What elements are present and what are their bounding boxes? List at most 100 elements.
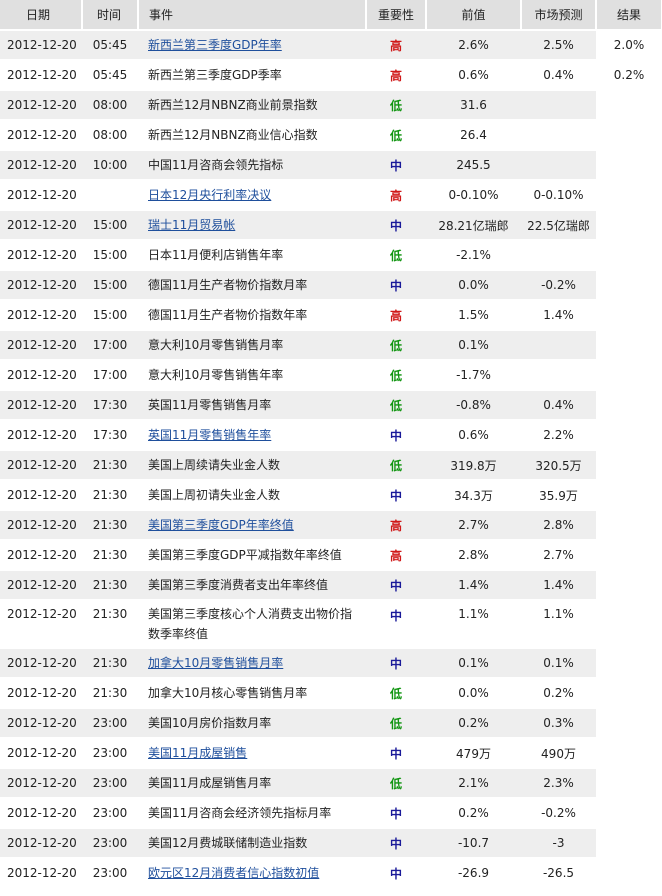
event-cell: 意大利10月零售销售年率 xyxy=(138,360,366,391)
event-name: 德国11月生产者物价指数年率 xyxy=(148,308,308,322)
table-row: 2012-12-20 17:00 意大利10月零售销售年率 低 -1.7% xyxy=(0,360,662,391)
previous-cell: -1.7% xyxy=(426,360,521,391)
previous-cell: 2.8% xyxy=(426,540,521,571)
date-cell: 2012-12-20 xyxy=(0,480,82,511)
table-row: 2012-12-20 10:00 中国11月咨商会领先指标 中 245.5 xyxy=(0,150,662,181)
time-cell: 23:00 xyxy=(82,828,138,859)
date-cell: 2012-12-20 xyxy=(0,570,82,601)
forecast-cell: 2.5% xyxy=(521,30,596,61)
event-cell: 新西兰12月NBNZ商业前景指数 xyxy=(138,90,366,121)
time-cell: 05:45 xyxy=(82,30,138,61)
table-row: 2012-12-20 23:00 美国10月房价指数月率 低 0.2% 0.3% xyxy=(0,708,662,739)
result-cell xyxy=(596,330,662,361)
event-cell: 瑞士11月贸易帐 xyxy=(138,210,366,241)
event-link[interactable]: 英国11月零售销售年率 xyxy=(148,428,271,442)
forecast-cell: 22.5亿瑞郎 xyxy=(521,210,596,241)
previous-cell: 0.6% xyxy=(426,60,521,91)
event-name: 美国上周续请失业金人数 xyxy=(148,458,281,472)
event-cell: 美国第三季度GDP年率终值 xyxy=(138,510,366,541)
header-time: 时间 xyxy=(82,0,139,31)
event-cell: 德国11月生产者物价指数年率 xyxy=(138,300,366,331)
result-cell xyxy=(596,798,662,829)
date-cell: 2012-12-20 xyxy=(0,648,82,679)
table-row: 2012-12-20 21:30 加拿大10月零售销售月率中 0.1% 0.1% xyxy=(0,648,662,679)
result-cell xyxy=(596,768,662,799)
importance-cell: 中 xyxy=(366,420,426,451)
previous-cell: 245.5 xyxy=(426,150,521,181)
previous-cell: 2.1% xyxy=(426,768,521,799)
time-cell: 08:00 xyxy=(82,120,138,151)
date-cell: 2012-12-20 xyxy=(0,450,82,481)
result-cell xyxy=(596,738,662,769)
time-cell: 17:00 xyxy=(82,360,138,391)
event-link[interactable]: 日本12月央行利率决议 xyxy=(148,188,271,202)
table-row: 2012-12-20 日本12月央行利率决议高 0-0.10% 0-0.10% xyxy=(0,180,662,211)
table-row: 2012-12-20 23:00 美国11月成屋销售月率 低 2.1% 2.3% xyxy=(0,768,662,799)
importance-cell: 中 xyxy=(366,210,426,241)
forecast-cell: 0.3% xyxy=(521,708,596,739)
previous-cell: 0.1% xyxy=(426,648,521,679)
event-link[interactable]: 欧元区12月消费者信心指数初值 xyxy=(148,866,319,880)
time-cell: 21:30 xyxy=(82,480,138,511)
economic-calendar-table: 日期 时间 事件 重要性 前值 市场预测 结果 2012-12-20 05:45 新… xyxy=(0,0,662,889)
event-name: 英国11月零售销售月率 xyxy=(148,398,272,412)
event-link[interactable]: 加拿大10月零售销售月率 xyxy=(148,656,283,670)
importance-cell: 中 xyxy=(366,480,426,511)
forecast-cell xyxy=(521,330,596,361)
previous-cell: 0.6% xyxy=(426,420,521,451)
result-cell xyxy=(596,858,662,889)
time-cell: 10:00 xyxy=(82,150,138,181)
table-row: 2012-12-20 21:30 美国第三季度核心个人消费支出物价指数季率终值中 1.… xyxy=(0,600,662,649)
event-cell: 美国第三季度核心个人消费支出物价指数季率终值 xyxy=(138,600,366,649)
time-cell: 17:30 xyxy=(82,390,138,421)
date-cell: 2012-12-20 xyxy=(0,768,82,799)
event-name: 新西兰12月NBNZ商业前景指数 xyxy=(148,98,318,112)
time-cell xyxy=(82,180,138,211)
previous-cell: -10.7 xyxy=(426,828,521,859)
date-cell: 2012-12-20 xyxy=(0,270,82,301)
previous-cell: 0-0.10% xyxy=(426,180,521,211)
result-cell xyxy=(596,450,662,481)
forecast-cell: -26.5 xyxy=(521,858,596,889)
date-cell: 2012-12-20 xyxy=(0,240,82,271)
importance-cell: 高 xyxy=(366,180,426,211)
event-name: 美国10月房价指数月率 xyxy=(148,716,272,730)
table-row: 2012-12-20 05:45 新西兰第三季度GDP季率 高 0.6% 0.4% 0.2% xyxy=(0,60,662,91)
event-cell: 英国11月零售销售月率 xyxy=(138,390,366,421)
event-link[interactable]: 美国11月成屋销售 xyxy=(148,746,247,760)
previous-cell: 0.1% xyxy=(426,330,521,361)
importance-cell: 中 xyxy=(366,270,426,301)
importance-cell: 高 xyxy=(366,510,426,541)
previous-cell: 0.2% xyxy=(426,708,521,739)
importance-cell: 中 xyxy=(366,798,426,829)
forecast-cell xyxy=(521,360,596,391)
result-cell xyxy=(596,210,662,241)
time-cell: 23:00 xyxy=(82,768,138,799)
table-row: 2012-12-20 17:30 英国11月零售销售月率 低 -0.8% 0.4% xyxy=(0,390,662,421)
forecast-cell: 320.5万 xyxy=(521,450,596,481)
result-cell xyxy=(596,510,662,541)
time-cell: 15:00 xyxy=(82,270,138,301)
event-link[interactable]: 瑞士11月贸易帐 xyxy=(148,218,235,232)
result-cell xyxy=(596,420,662,451)
table-row: 2012-12-20 15:00 德国11月生产者物价指数年率 高 1.5% 1.4% xyxy=(0,300,662,331)
table-row: 2012-12-20 15:00 德国11月生产者物价指数月率 中 0.0% -0.2% xyxy=(0,270,662,301)
forecast-cell: 490万 xyxy=(521,738,596,769)
result-cell xyxy=(596,570,662,601)
result-cell xyxy=(596,648,662,679)
previous-cell: 1.1% xyxy=(426,600,521,649)
header-date: 日期 xyxy=(0,0,83,31)
importance-cell: 低 xyxy=(366,768,426,799)
importance-cell: 高 xyxy=(366,60,426,91)
time-cell: 23:00 xyxy=(82,708,138,739)
event-cell: 日本11月便利店销售年率 xyxy=(138,240,366,271)
time-cell: 21:30 xyxy=(82,570,138,601)
previous-cell: 319.8万 xyxy=(426,450,521,481)
previous-cell: 34.3万 xyxy=(426,480,521,511)
previous-cell: 0.0% xyxy=(426,270,521,301)
event-link[interactable]: 新西兰第三季度GDP年率 xyxy=(148,38,282,52)
event-cell: 美国12月费城联储制造业指数 xyxy=(138,828,366,859)
event-link[interactable]: 美国第三季度GDP年率终值 xyxy=(148,518,294,532)
importance-cell: 低 xyxy=(366,708,426,739)
event-name: 美国11月成屋销售月率 xyxy=(148,776,272,790)
